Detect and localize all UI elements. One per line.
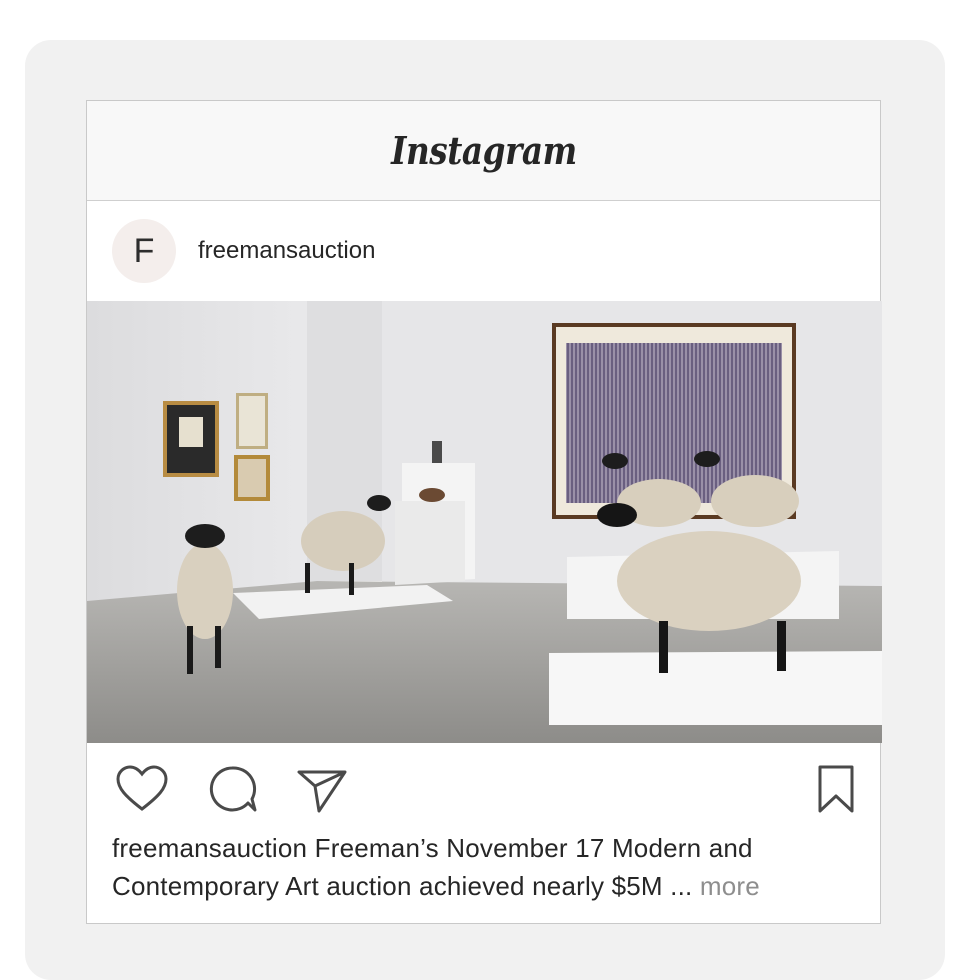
post-actions	[87, 753, 880, 823]
instagram-logo[interactable]: Instagram	[391, 128, 577, 173]
caption-more-link[interactable]: more	[700, 871, 760, 901]
heart-icon[interactable]	[115, 763, 169, 817]
comment-icon[interactable]	[205, 763, 259, 817]
share-icon[interactable]	[295, 763, 349, 817]
instagram-post-card: Instagram F freemansauction freemansauct…	[86, 100, 882, 924]
instagram-header: Instagram	[87, 101, 880, 201]
post-author-bar: F freemansauction	[87, 201, 880, 301]
avatar-letter: F	[133, 231, 155, 270]
caption-username[interactable]: freemansauction	[112, 833, 307, 863]
bookmark-icon[interactable]	[809, 763, 863, 817]
avatar[interactable]: F	[112, 219, 176, 283]
post-username[interactable]: freemansauction	[198, 237, 375, 265]
post-caption: freemansauction Freeman’s November 17 Mo…	[112, 829, 862, 905]
post-image[interactable]	[87, 301, 882, 743]
